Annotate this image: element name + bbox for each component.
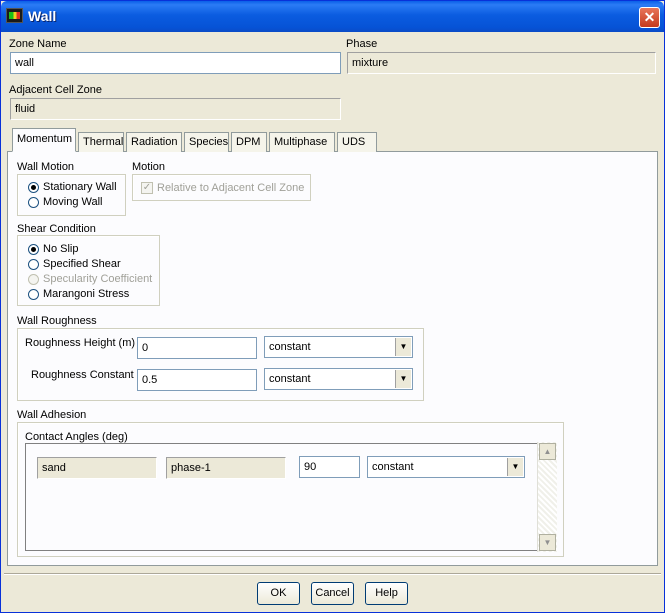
zone-name-label: Zone Name [9, 38, 67, 50]
roughness-height-method-value: constant [269, 341, 311, 353]
tab-uds[interactable]: UDS [337, 132, 377, 152]
roughness-constant-input[interactable]: 0.5 [137, 369, 257, 391]
contact-angles-scrollbar[interactable]: ▲ ▼ [537, 442, 557, 552]
roughness-constant-method-select[interactable]: constant ▼ [264, 368, 413, 390]
specified-shear-label[interactable]: Specified Shear [43, 258, 121, 270]
adjacent-cell-zone-field: fluid [10, 98, 341, 120]
contact-angle-method-value: constant [372, 461, 414, 473]
wall-dialog: Wall ✕ Zone Name wall Phase mixture Adja… [0, 0, 665, 613]
motion-label: Motion [132, 161, 166, 173]
specularity-coefficient-label: Specularity Coefficient [43, 273, 153, 285]
chevron-down-icon[interactable]: ▼ [395, 370, 411, 388]
scroll-down-icon[interactable]: ▼ [539, 534, 556, 551]
app-icon [6, 8, 23, 23]
stationary-wall-label[interactable]: Stationary Wall [43, 181, 117, 193]
tab-thermal[interactable]: Thermal [78, 132, 124, 152]
contact-angles-label: Contact Angles (deg) [25, 431, 128, 443]
chevron-down-icon[interactable]: ▼ [395, 338, 411, 356]
contact-angle-input[interactable]: 90 [299, 456, 360, 478]
scroll-up-icon[interactable]: ▲ [539, 443, 556, 460]
tab-multiphase[interactable]: Multiphase [269, 132, 335, 152]
tab-radiation[interactable]: Radiation [126, 132, 182, 152]
phase-label: Phase [346, 38, 378, 50]
wall-motion-label: Wall Motion [17, 161, 75, 173]
phase-field: mixture [347, 52, 656, 74]
contact-angle-phase-b: phase-1 [166, 457, 286, 479]
window-title: Wall [28, 8, 57, 24]
moving-wall-radio[interactable] [28, 197, 39, 208]
close-button[interactable]: ✕ [639, 7, 660, 28]
roughness-height-method-select[interactable]: constant ▼ [264, 336, 413, 358]
stationary-wall-radio[interactable] [28, 182, 39, 193]
title-bar[interactable]: Wall ✕ [1, 1, 664, 32]
roughness-height-label: Roughness Height (m) [25, 337, 136, 349]
adjacent-cell-zone-label: Adjacent Cell Zone [9, 84, 102, 96]
contact-angle-phase-a: sand [37, 457, 157, 479]
tab-dpm[interactable]: DPM [231, 132, 267, 152]
specularity-coefficient-radio [28, 274, 39, 285]
help-button[interactable]: Help [365, 582, 408, 605]
no-slip-radio[interactable] [28, 244, 39, 255]
no-slip-label[interactable]: No Slip [43, 243, 78, 255]
roughness-constant-label: Roughness Constant [31, 369, 134, 381]
chevron-down-icon[interactable]: ▼ [507, 458, 523, 476]
shear-condition-label: Shear Condition [17, 223, 96, 235]
relative-checkbox-label: Relative to Adjacent Cell Zone [157, 182, 305, 194]
ok-button[interactable]: OK [257, 582, 300, 605]
contact-angle-method-select[interactable]: constant ▼ [367, 456, 525, 478]
roughness-height-input[interactable]: 0 [137, 337, 257, 359]
marangoni-stress-radio[interactable] [28, 289, 39, 300]
moving-wall-label[interactable]: Moving Wall [43, 196, 103, 208]
cancel-button[interactable]: Cancel [311, 582, 354, 605]
relative-checkbox[interactable]: ✓ [141, 182, 153, 194]
zone-name-input[interactable]: wall [10, 52, 341, 74]
marangoni-stress-label[interactable]: Marangoni Stress [43, 288, 129, 300]
footer-separator [4, 573, 661, 575]
wall-adhesion-label: Wall Adhesion [17, 409, 87, 421]
wall-roughness-label: Wall Roughness [17, 315, 97, 327]
roughness-constant-method-value: constant [269, 373, 311, 385]
tab-momentum[interactable]: Momentum [12, 128, 76, 152]
specified-shear-radio[interactable] [28, 259, 39, 270]
tab-species[interactable]: Species [184, 132, 229, 152]
